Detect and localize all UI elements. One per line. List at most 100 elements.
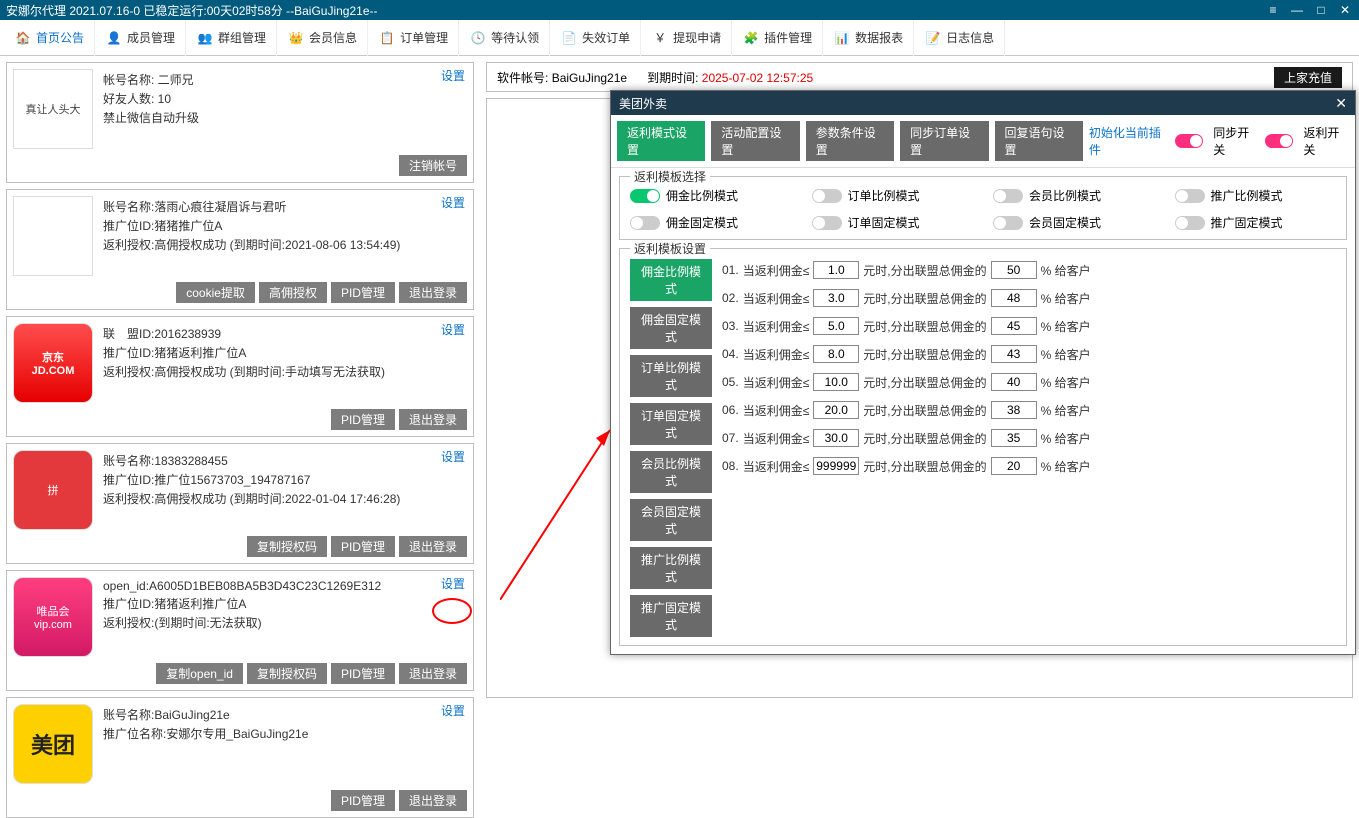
- card-settings-link[interactable]: 设置: [441, 67, 465, 84]
- menu-label: 失效订单: [582, 29, 630, 46]
- menu-invalid[interactable]: 📄失效订单: [550, 20, 641, 56]
- card-action-button[interactable]: 复制授权码: [247, 536, 327, 557]
- rule-percent-input[interactable]: [991, 457, 1037, 475]
- minimize-icon[interactable]: —: [1289, 3, 1305, 17]
- card-avatar: 真让人头大: [13, 69, 93, 149]
- rule-text: 当返利佣金≤: [743, 318, 810, 335]
- rebate-label: 返利开关: [1303, 124, 1349, 158]
- card-info: 账号名称:18383288455推广位ID:推广位15673703_194787…: [103, 450, 467, 530]
- mode-toggle[interactable]: [993, 216, 1023, 230]
- menu-withdraw[interactable]: ￥提现申请: [641, 20, 732, 56]
- rule-percent-input[interactable]: [991, 345, 1037, 363]
- crown-icon: 👑: [287, 29, 305, 47]
- card-action-button[interactable]: 退出登录: [399, 663, 467, 684]
- mode-option: 会员比例模式: [993, 187, 1155, 204]
- rule-mode-button[interactable]: 佣金比例模式: [630, 259, 712, 301]
- rule-mode-button[interactable]: 订单比例模式: [630, 355, 712, 397]
- init-plugin-link[interactable]: 初始化当前插件: [1089, 124, 1169, 158]
- rule-threshold-input[interactable]: [813, 429, 859, 447]
- tab-params[interactable]: 参数条件设置: [806, 121, 894, 161]
- tab-rebate-mode[interactable]: 返利模式设置: [617, 121, 705, 161]
- mode-label: 佣金固定模式: [666, 214, 738, 231]
- rule-mode-button[interactable]: 会员固定模式: [630, 499, 712, 541]
- rule-threshold-input[interactable]: [813, 457, 859, 475]
- card-line: 推广位ID:推广位15673703_194787167: [103, 471, 467, 488]
- rule-threshold-input[interactable]: [813, 261, 859, 279]
- rule-threshold-input[interactable]: [813, 317, 859, 335]
- card-action-button[interactable]: 注销帐号: [399, 155, 467, 176]
- mode-option: 佣金比例模式: [630, 187, 792, 204]
- card-action-button[interactable]: PID管理: [331, 790, 395, 811]
- tab-sync[interactable]: 同步订单设置: [900, 121, 988, 161]
- rule-threshold-input[interactable]: [813, 373, 859, 391]
- rule-percent-input[interactable]: [991, 289, 1037, 307]
- rule-row: 05.当返利佣金≤元时,分出联盟总佣金的% 给客户: [722, 373, 1336, 391]
- card-action-button[interactable]: 退出登录: [399, 409, 467, 430]
- card-action-button[interactable]: 复制授权码: [247, 663, 327, 684]
- tab-activity[interactable]: 活动配置设置: [711, 121, 799, 161]
- card-action-button[interactable]: cookie提取: [176, 282, 255, 303]
- rule-threshold-input[interactable]: [813, 289, 859, 307]
- card-action-button[interactable]: 退出登录: [399, 790, 467, 811]
- rule-mode-button[interactable]: 推广比例模式: [630, 547, 712, 589]
- menu-members[interactable]: 👤成员管理: [95, 20, 186, 56]
- menu-plugins[interactable]: 🧩插件管理: [732, 20, 823, 56]
- rule-mode-button[interactable]: 会员比例模式: [630, 451, 712, 493]
- mode-toggle[interactable]: [812, 216, 842, 230]
- card-settings-link[interactable]: 设置: [441, 448, 465, 465]
- maximize-icon[interactable]: □: [1313, 3, 1329, 17]
- rule-threshold-input[interactable]: [813, 401, 859, 419]
- rule-text: % 给客户: [1041, 430, 1091, 447]
- menu-groups[interactable]: 👥群组管理: [186, 20, 277, 56]
- rule-percent-input[interactable]: [991, 401, 1037, 419]
- rebate-toggle[interactable]: [1265, 134, 1294, 148]
- card-action-button[interactable]: 退出登录: [399, 282, 467, 303]
- card-action-button[interactable]: PID管理: [331, 536, 395, 557]
- menu-pending[interactable]: 🕓等待认领: [459, 20, 550, 56]
- card-action-button[interactable]: 复制open_id: [156, 663, 243, 684]
- card-action-button[interactable]: 退出登录: [399, 536, 467, 557]
- rule-text: 元时,分出联盟总佣金的: [863, 318, 986, 335]
- dialog-tabs: 返利模式设置 活动配置设置 参数条件设置 同步订单设置 回复语句设置 初始化当前…: [611, 115, 1355, 168]
- rule-mode-button[interactable]: 推广固定模式: [630, 595, 712, 637]
- mode-toggle[interactable]: [630, 189, 660, 203]
- rule-mode-button[interactable]: 佣金固定模式: [630, 307, 712, 349]
- rule-index: 02.: [722, 291, 739, 305]
- rule-percent-input[interactable]: [991, 261, 1037, 279]
- menu-reports[interactable]: 📊数据报表: [823, 20, 914, 56]
- menu-logs[interactable]: 📝日志信息: [914, 20, 1005, 56]
- sync-toggle[interactable]: [1175, 134, 1204, 148]
- rule-text: 当返利佣金≤: [743, 262, 810, 279]
- menu-icon[interactable]: ≡: [1265, 3, 1281, 17]
- rule-percent-input[interactable]: [991, 429, 1037, 447]
- card-info: 账号名称:BaiGuJing21e推广位名称:安娜尔专用_BaiGuJing21…: [103, 704, 467, 784]
- rule-text: 当返利佣金≤: [743, 290, 810, 307]
- menu-vip[interactable]: 👑会员信息: [277, 20, 368, 56]
- mode-toggle[interactable]: [812, 189, 842, 203]
- mode-toggle[interactable]: [993, 189, 1023, 203]
- rule-percent-input[interactable]: [991, 317, 1037, 335]
- card-settings-link[interactable]: 设置: [441, 575, 465, 592]
- mode-toggle[interactable]: [1175, 189, 1205, 203]
- dialog-close-icon[interactable]: ✕: [1335, 95, 1347, 112]
- close-icon[interactable]: ✕: [1337, 3, 1353, 17]
- card-settings-link[interactable]: 设置: [441, 321, 465, 338]
- card-action-button[interactable]: PID管理: [331, 282, 395, 303]
- card-action-button[interactable]: 高佣授权: [259, 282, 327, 303]
- menu-orders[interactable]: 📋订单管理: [368, 20, 459, 56]
- mode-toggle[interactable]: [1175, 216, 1205, 230]
- card-action-button[interactable]: PID管理: [331, 663, 395, 684]
- recharge-button[interactable]: 上家充值: [1274, 67, 1342, 88]
- menu-label: 插件管理: [764, 29, 812, 46]
- rule-mode-button[interactable]: 订单固定模式: [630, 403, 712, 445]
- mode-toggle[interactable]: [630, 216, 660, 230]
- tab-reply[interactable]: 回复语句设置: [995, 121, 1083, 161]
- menu-home[interactable]: 🏠首页公告: [4, 20, 95, 56]
- rule-percent-input[interactable]: [991, 373, 1037, 391]
- card-action-button[interactable]: PID管理: [331, 409, 395, 430]
- card-settings-link[interactable]: 设置: [441, 194, 465, 211]
- mode-label: 推广比例模式: [1211, 187, 1283, 204]
- rule-threshold-input[interactable]: [813, 345, 859, 363]
- card-avatar: 京东 JD.COM: [13, 323, 93, 403]
- card-settings-link[interactable]: 设置: [441, 702, 465, 719]
